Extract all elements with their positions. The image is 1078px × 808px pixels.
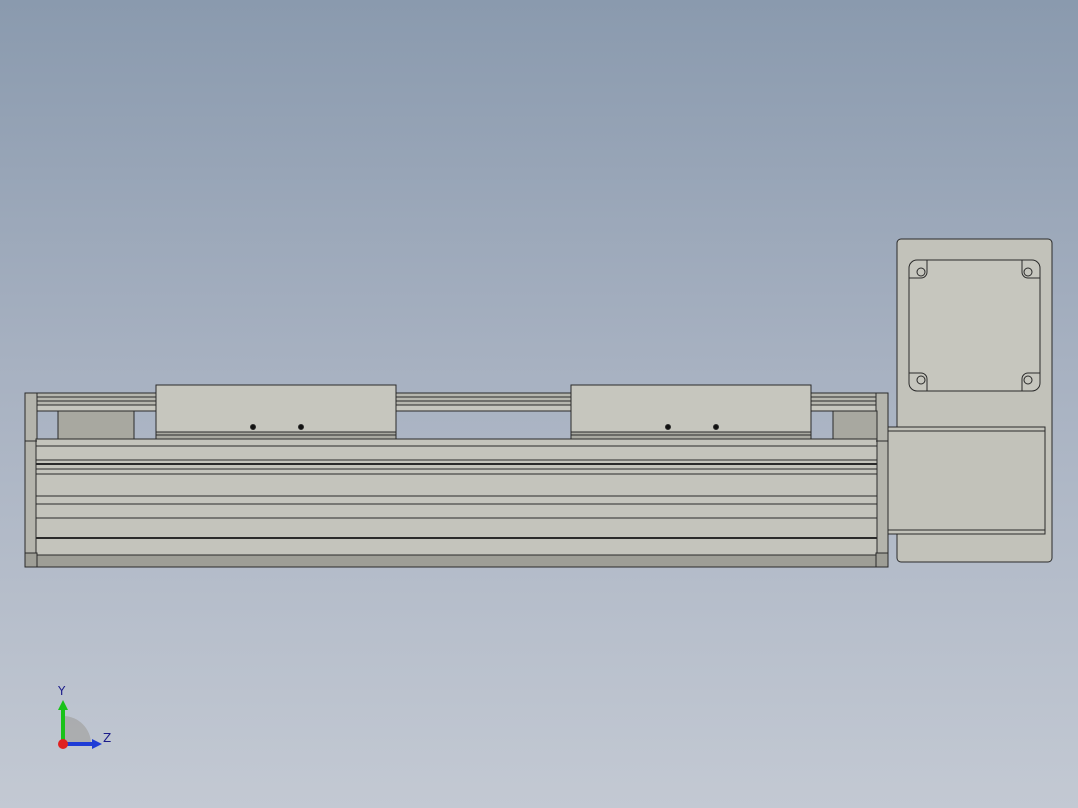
right-bumper bbox=[832, 410, 878, 440]
carriage-left-hole bbox=[250, 424, 256, 430]
carriage-left-hole bbox=[298, 424, 304, 430]
carriage-right-hole bbox=[713, 424, 719, 430]
y-axis-label: Y bbox=[58, 684, 66, 698]
x-axis-dot bbox=[58, 739, 68, 749]
motor-flange bbox=[908, 259, 1041, 392]
y-axis-arrow bbox=[58, 700, 68, 710]
motor-mount-hole bbox=[1023, 267, 1033, 277]
carriage-left bbox=[155, 384, 397, 433]
graphics-viewport[interactable]: Y Z bbox=[0, 0, 1078, 808]
carriage-right-hole bbox=[665, 424, 671, 430]
right-base-foot bbox=[875, 552, 889, 568]
coordinate-triad: Y Z bbox=[50, 684, 120, 756]
linear-module-model[interactable] bbox=[0, 0, 1078, 808]
motor-mount-hole bbox=[916, 267, 926, 277]
z-axis-arrow bbox=[92, 739, 102, 749]
left-end-plate bbox=[24, 392, 38, 568]
z-axis-label: Z bbox=[103, 731, 112, 745]
right-end-plate bbox=[875, 392, 889, 568]
coupling-housing bbox=[887, 426, 1046, 535]
left-base-foot bbox=[24, 552, 38, 568]
left-bumper bbox=[57, 410, 135, 440]
triad-plane-arc bbox=[63, 716, 91, 744]
motor-mount-hole bbox=[916, 375, 926, 385]
carriage-right bbox=[570, 384, 812, 433]
extrusion-base bbox=[35, 554, 878, 568]
motor-mount-hole bbox=[1023, 375, 1033, 385]
